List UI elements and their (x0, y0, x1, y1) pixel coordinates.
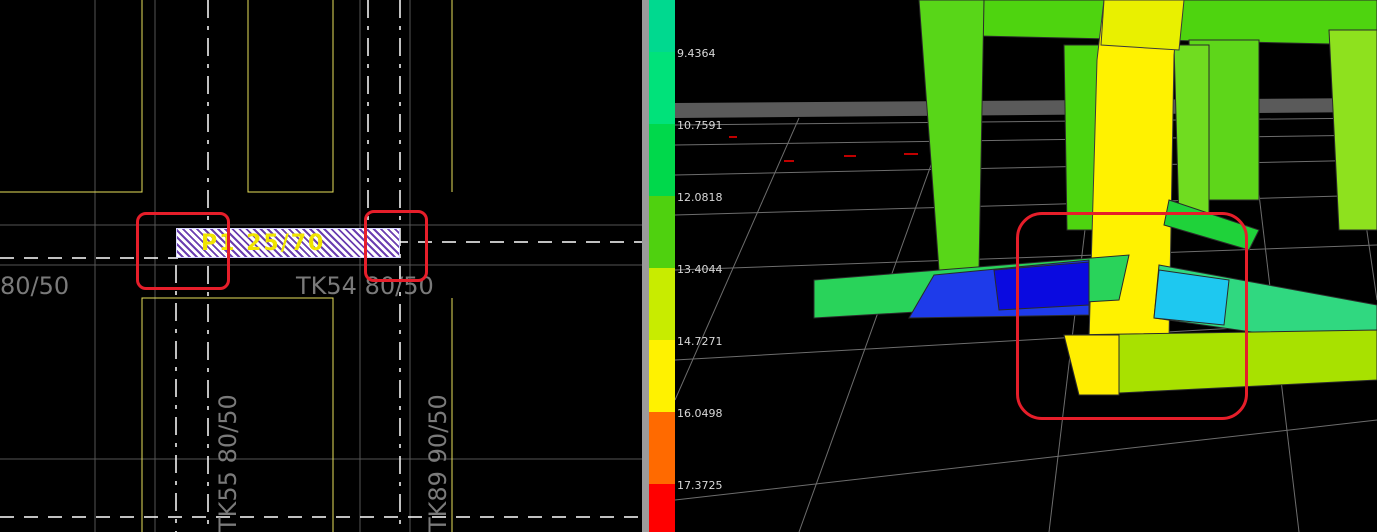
legend-swatch (649, 196, 675, 268)
column-label-tk89: TK89 90/50 (424, 394, 452, 532)
column-back-left (918, 0, 985, 271)
grid-line (674, 117, 800, 401)
floor-marker (844, 155, 856, 157)
column-far (1328, 29, 1377, 231)
highlight-box (1016, 212, 1248, 420)
column-top (1100, 0, 1185, 51)
legend-swatch (649, 0, 675, 52)
legend-label: 12.0818 (677, 191, 723, 204)
column-outline (0, 0, 143, 193)
analysis-3d-view[interactable]: 9.4364 10.7591 12.0818 13.4044 14.7271 1… (649, 0, 1377, 532)
view-splitter[interactable] (642, 0, 649, 532)
legend-label: 9.4364 (677, 47, 716, 60)
column-mid (1173, 44, 1210, 221)
highlight-box (136, 212, 230, 290)
legend-swatch (649, 268, 675, 340)
floor-marker (729, 136, 737, 138)
highlight-box (364, 210, 428, 282)
legend-label: 16.0498 (677, 407, 723, 420)
floor-marker (904, 153, 918, 155)
column-label-left: 80/50 (0, 272, 70, 300)
grid-line (674, 134, 1377, 146)
model-3d[interactable] (649, 0, 1377, 532)
legend-swatch (649, 124, 675, 196)
legend-label: 17.3725 (677, 479, 723, 492)
legend-swatch (649, 484, 675, 532)
legend-label: 14.7271 (677, 335, 723, 348)
grid-line (798, 114, 950, 532)
legend-label: 10.7591 (677, 119, 723, 132)
legend-label: 13.4044 (677, 263, 723, 276)
grid-line (674, 159, 1377, 176)
legend-swatch (649, 340, 675, 412)
grid-line (674, 194, 1377, 216)
grid-line (674, 419, 1377, 501)
column-label-tk55: TK55 80/50 (214, 394, 242, 532)
grid-line (674, 117, 1377, 126)
color-legend (649, 0, 675, 532)
legend-swatch (649, 412, 675, 484)
cad-plan-view[interactable]: P1 25/70 80/50 TK54 80/50 TK55 80/50 TK8… (0, 0, 642, 532)
floor-plane (675, 98, 1377, 118)
cad-drawing[interactable] (0, 0, 642, 532)
legend-swatch (649, 52, 675, 124)
column-outline (247, 0, 334, 193)
floor-marker (784, 160, 794, 162)
